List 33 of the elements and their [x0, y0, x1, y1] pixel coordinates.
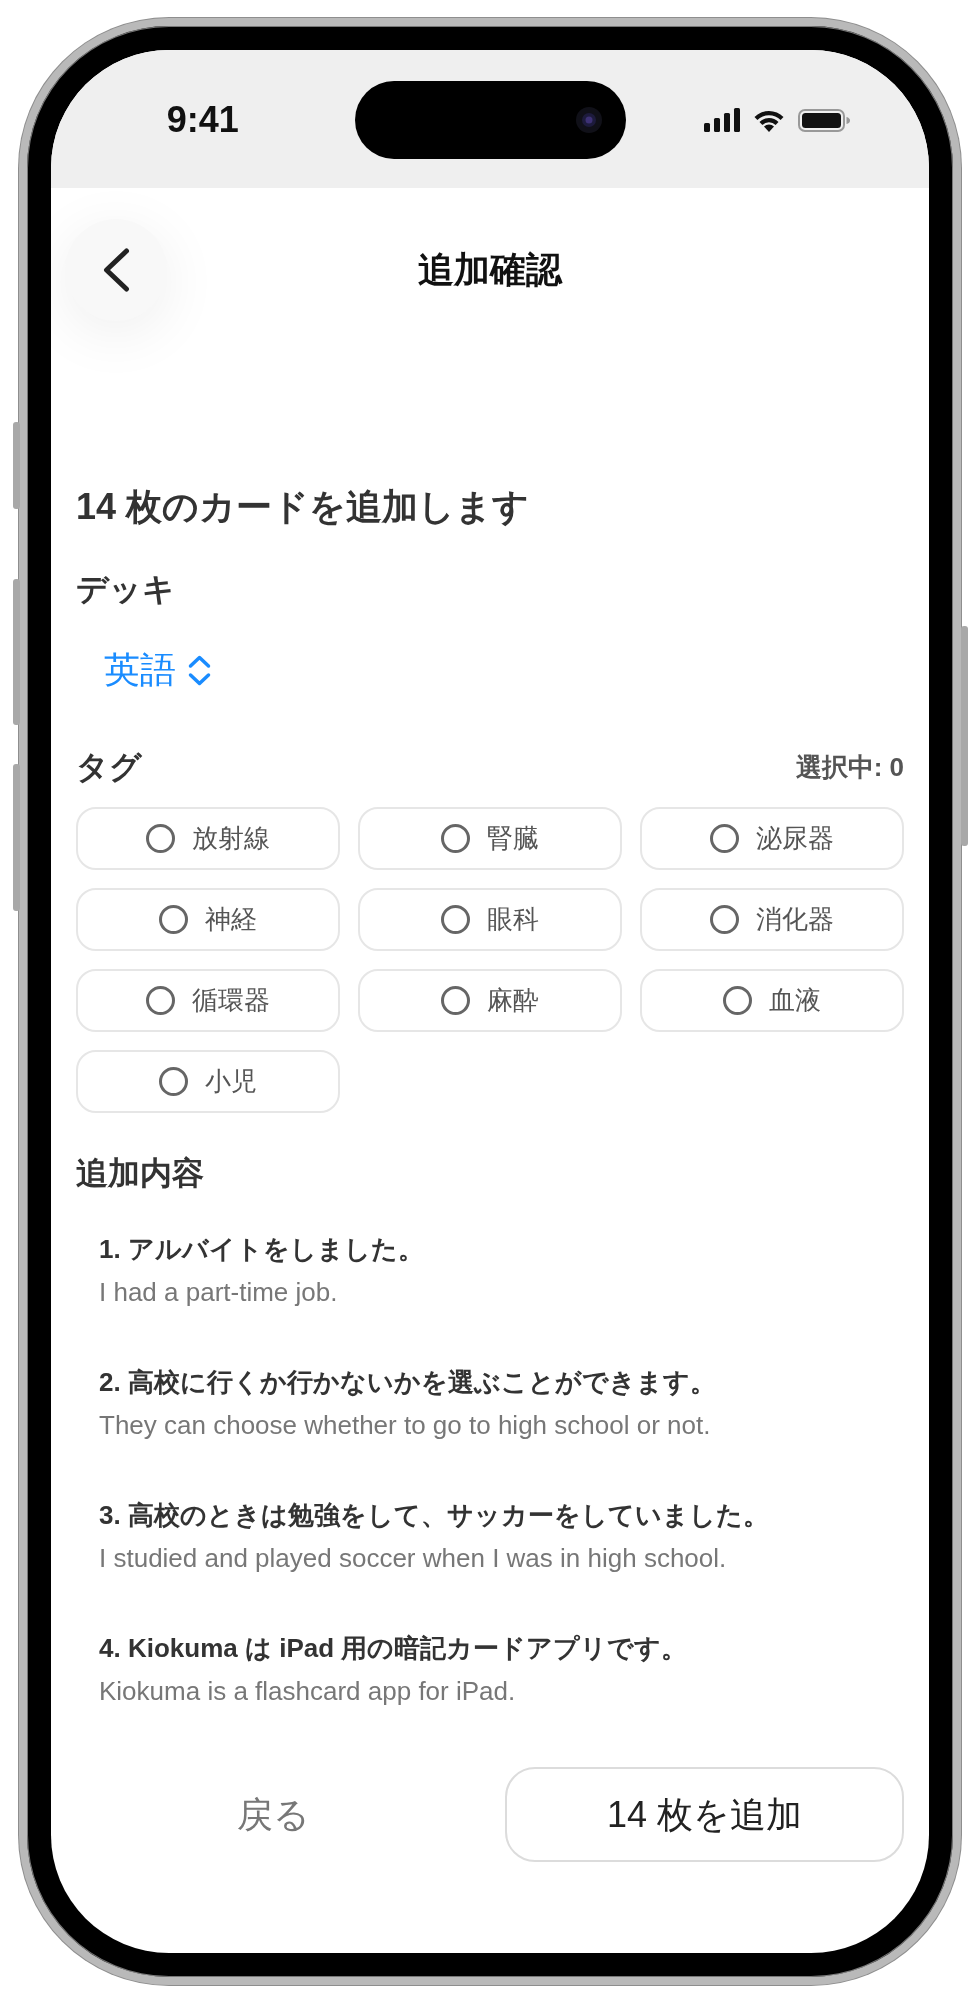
- add-cards-button[interactable]: 14 枚を追加: [505, 1767, 904, 1862]
- tag-chip[interactable]: 泌尿器: [640, 807, 904, 870]
- tag-chip[interactable]: 小児: [76, 1050, 340, 1113]
- signal-icon: [704, 108, 741, 132]
- tag-chip[interactable]: 消化器: [640, 888, 904, 951]
- card-translation: I studied and played soccer when I was in high school.: [99, 1542, 728, 1575]
- back-button[interactable]: 戻る: [76, 1767, 471, 1862]
- card-sentence: 2. 高校に行くか行かないかを選ぶことができます。: [99, 1366, 717, 1399]
- tag-chip[interactable]: 循環器: [76, 969, 340, 1032]
- tag-chip[interactable]: 眼科: [358, 888, 622, 951]
- screen-title: 追加確認: [418, 248, 562, 292]
- selected-count: 選択中: 0: [795, 751, 904, 784]
- deck-label: デッキ: [76, 570, 176, 609]
- camera-lens-icon: [575, 107, 602, 133]
- tags-label: タグ: [76, 748, 142, 787]
- card-sentence: 4. Kiokuma は iPad 用の暗記カードアプリです。: [99, 1632, 689, 1665]
- card-translation: Kiokuma is a flashcard app for iPad.: [99, 1675, 517, 1708]
- card-sentence: 1. アルバイトをしました。: [99, 1233, 425, 1266]
- card-sentence: 3. 高校のときは勉強をして、サッカーをしていました。: [99, 1499, 770, 1532]
- chevron-left-icon: [102, 248, 130, 292]
- tag-chip[interactable]: 放射線: [76, 807, 340, 870]
- summary-heading: 14 枚のカードを追加します: [76, 485, 531, 529]
- battery-icon: [798, 108, 851, 132]
- chevron-up-down-icon: [188, 654, 211, 686]
- tag-chip[interactable]: 麻酔: [358, 969, 622, 1032]
- status-time: 9:41: [166, 102, 239, 138]
- card-translation: They can choose whether to go to high school or not.: [99, 1409, 712, 1442]
- tag-chip[interactable]: 腎臓: [358, 807, 622, 870]
- wifi-icon: [753, 108, 786, 132]
- tag-chip[interactable]: 神経: [76, 888, 340, 951]
- card-translation: I had a part-time job.: [99, 1276, 339, 1309]
- contents-label: 追加内容: [76, 1154, 205, 1193]
- tag-chip[interactable]: 血液: [640, 969, 904, 1032]
